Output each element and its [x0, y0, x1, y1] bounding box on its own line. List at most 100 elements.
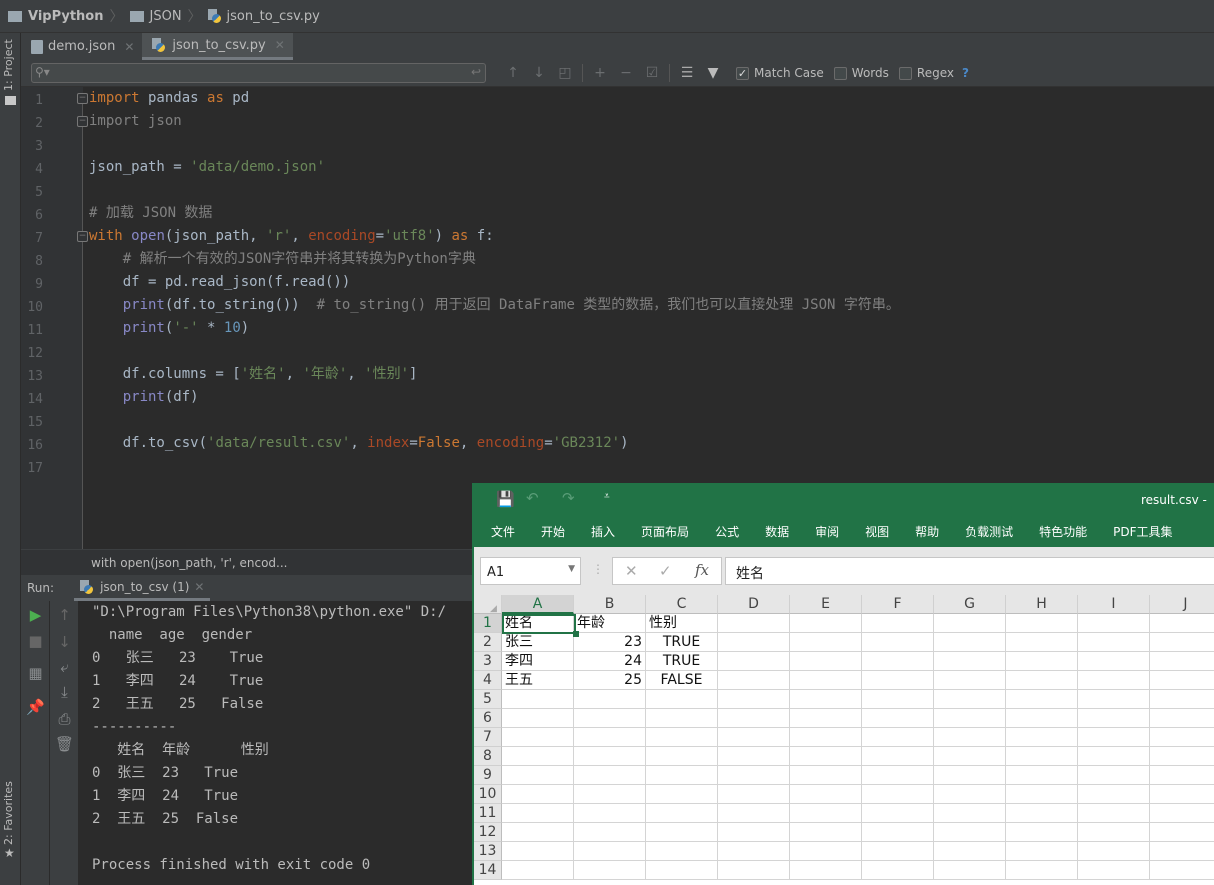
fill-handle[interactable]: [573, 631, 579, 637]
code-editor[interactable]: import pandas as pd import json json_path …: [83, 87, 1214, 549]
project-tool-button[interactable]: 1: Project: [2, 39, 15, 91]
breadcrumb-item-project[interactable]: VipPython: [8, 9, 104, 24]
cell[interactable]: [790, 633, 862, 652]
cell[interactable]: [502, 728, 574, 747]
cell[interactable]: [790, 785, 862, 804]
cell[interactable]: 王五: [502, 671, 574, 690]
cell[interactable]: [574, 804, 646, 823]
cell[interactable]: [790, 747, 862, 766]
code-line[interactable]: print(df): [89, 386, 199, 409]
cell[interactable]: [1078, 690, 1150, 709]
search-icon[interactable]: ⚲▾: [35, 65, 50, 79]
cell[interactable]: [790, 690, 862, 709]
cell[interactable]: [646, 709, 718, 728]
cell[interactable]: [1006, 690, 1078, 709]
customize-toolbar-icon[interactable]: ⩡: [604, 491, 610, 502]
column-header[interactable]: E: [790, 595, 862, 614]
cell[interactable]: [1150, 690, 1214, 709]
cell[interactable]: [502, 785, 574, 804]
cell[interactable]: [574, 690, 646, 709]
cell[interactable]: [646, 747, 718, 766]
cell[interactable]: [718, 766, 790, 785]
cell[interactable]: [646, 766, 718, 785]
row-header[interactable]: 11: [474, 804, 502, 823]
column-header[interactable]: I: [1078, 595, 1150, 614]
cell[interactable]: [718, 709, 790, 728]
ribbon-tab[interactable]: PDF工具集: [1113, 523, 1172, 540]
cell[interactable]: [574, 709, 646, 728]
cell[interactable]: [934, 804, 1006, 823]
up-arrow-icon[interactable]: ↑: [50, 606, 79, 624]
ribbon-tab[interactable]: 帮助: [915, 523, 939, 540]
run-tab[interactable]: json_to_csv (1) ✕: [74, 575, 211, 601]
regex-help-link[interactable]: ?: [962, 66, 969, 80]
drag-handle-icon[interactable]: ⋮: [592, 562, 604, 576]
cell[interactable]: [718, 652, 790, 671]
cell[interactable]: [718, 785, 790, 804]
undo-icon[interactable]: ↶: [526, 489, 539, 507]
cell[interactable]: [934, 728, 1006, 747]
cell[interactable]: [1006, 614, 1078, 633]
next-occurrence-icon[interactable]: ↓: [526, 65, 552, 81]
match-case-checkbox[interactable]: ✓ Match Case: [736, 66, 824, 80]
down-arrow-icon[interactable]: ↓: [50, 633, 79, 651]
cell[interactable]: [934, 747, 1006, 766]
redo-icon[interactable]: ↷: [562, 489, 575, 507]
cell[interactable]: [790, 766, 862, 785]
save-icon[interactable]: 💾: [496, 490, 515, 508]
cell[interactable]: [646, 842, 718, 861]
cell[interactable]: [718, 747, 790, 766]
column-header[interactable]: D: [718, 595, 790, 614]
cell[interactable]: TRUE: [646, 633, 718, 652]
cell[interactable]: [502, 709, 574, 728]
cell[interactable]: [718, 690, 790, 709]
code-line[interactable]: df.to_csv('data/result.csv', index=False…: [89, 432, 629, 455]
cell[interactable]: [790, 861, 862, 880]
console-output[interactable]: "D:\Program Files\Python38\python.exe" D…: [79, 601, 479, 885]
cell[interactable]: [574, 747, 646, 766]
cell[interactable]: [862, 709, 934, 728]
cell[interactable]: [934, 633, 1006, 652]
cell[interactable]: [862, 728, 934, 747]
breadcrumb-item-file[interactable]: json_to_csv.py: [207, 9, 320, 24]
select-all-occurrences-icon[interactable]: ◰: [552, 65, 578, 81]
cell[interactable]: [646, 690, 718, 709]
cell[interactable]: [718, 614, 790, 633]
code-line[interactable]: import pandas as pd: [89, 87, 249, 110]
cell[interactable]: [934, 766, 1006, 785]
cell[interactable]: [502, 804, 574, 823]
close-icon[interactable]: ✕: [124, 40, 134, 54]
cell[interactable]: [1006, 709, 1078, 728]
cell[interactable]: [646, 823, 718, 842]
cell[interactable]: [934, 861, 1006, 880]
cell[interactable]: [1078, 671, 1150, 690]
cell[interactable]: [1150, 766, 1214, 785]
cell[interactable]: [1150, 633, 1214, 652]
cell[interactable]: [718, 861, 790, 880]
cell[interactable]: [1150, 861, 1214, 880]
cell[interactable]: 25: [574, 671, 646, 690]
fold-marker-icon[interactable]: −: [77, 93, 88, 104]
row-header[interactable]: 13: [474, 842, 502, 861]
cell[interactable]: [1006, 785, 1078, 804]
add-occurrence-icon[interactable]: +: [587, 65, 613, 81]
code-line[interactable]: df = pd.read_json(f.read()): [89, 271, 351, 294]
cell[interactable]: [862, 766, 934, 785]
cell[interactable]: [862, 842, 934, 861]
cell[interactable]: [502, 842, 574, 861]
spreadsheet-grid[interactable]: ◢ A B C D E F G H I J 1 姓名 年龄 性别 2 张三 23 TRUE 3 李四 24 TRUE 4 王五 2…: [474, 595, 1214, 885]
close-icon[interactable]: ✕: [275, 38, 285, 52]
cell[interactable]: TRUE: [646, 652, 718, 671]
row-header[interactable]: 2: [474, 633, 502, 652]
row-header[interactable]: 14: [474, 861, 502, 880]
cell[interactable]: [1006, 766, 1078, 785]
code-line[interactable]: # 加载 JSON 数据: [89, 202, 212, 225]
cell[interactable]: [574, 823, 646, 842]
cell[interactable]: [1078, 652, 1150, 671]
cell[interactable]: [934, 709, 1006, 728]
cell[interactable]: 李四: [502, 652, 574, 671]
words-checkbox[interactable]: Words: [833, 66, 889, 80]
cell[interactable]: [862, 652, 934, 671]
ribbon-tab[interactable]: 审阅: [815, 523, 839, 540]
cell[interactable]: [646, 785, 718, 804]
